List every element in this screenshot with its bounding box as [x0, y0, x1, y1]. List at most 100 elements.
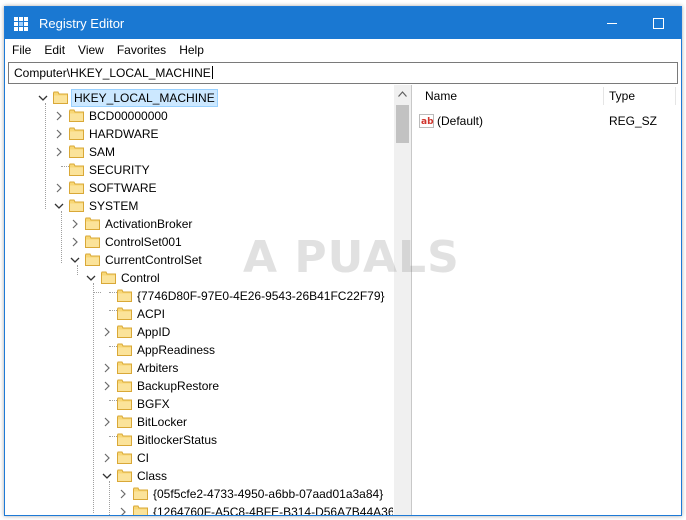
tree-node[interactable]: AppID	[5, 323, 393, 341]
column-separator[interactable]	[675, 87, 676, 105]
minimize-icon	[607, 22, 617, 24]
tree-node[interactable]: BitLocker	[5, 413, 393, 431]
tree-node[interactable]: ActivationBroker	[5, 215, 393, 233]
tree-node-label: BCD00000000	[89, 109, 168, 123]
collapse-chevron-icon[interactable]	[101, 326, 113, 338]
tree-node[interactable]: SAM	[5, 143, 393, 161]
tree-node[interactable]: BitlockerStatus	[5, 431, 393, 449]
scroll-thumb[interactable]	[396, 105, 409, 143]
folder-icon	[117, 361, 132, 374]
expand-chevron-icon[interactable]	[85, 272, 97, 284]
expand-chevron-icon[interactable]	[101, 470, 113, 482]
folder-icon	[69, 127, 84, 140]
folder-icon	[117, 343, 132, 356]
tree-node-label: SECURITY	[89, 163, 150, 177]
tree-node[interactable]: {05f5cfe2-4733-4950-a6bb-07aad01a3a84}	[5, 485, 393, 503]
address-bar[interactable]: Computer\HKEY_LOCAL_MACHINE	[8, 62, 678, 84]
values-pane[interactable]: Name Type ab (Default) REG_SZ	[413, 85, 681, 515]
registry-editor-window: Registry Editor File Edit View Favorites…	[4, 6, 682, 516]
appuals-watermark: A PUALS	[243, 232, 460, 283]
collapse-chevron-icon[interactable]	[69, 236, 81, 248]
address-field[interactable]: Computer\HKEY_LOCAL_MACHINE	[14, 66, 213, 80]
collapse-chevron-icon[interactable]	[101, 362, 113, 374]
expand-chevron-icon[interactable]	[53, 200, 65, 212]
folder-icon	[117, 307, 132, 320]
tree-node[interactable]: SYSTEM	[5, 197, 393, 215]
tree-node-label: SYSTEM	[89, 199, 139, 213]
tree-node-label: SAM	[89, 145, 116, 159]
column-header-type[interactable]: Type	[609, 85, 635, 107]
collapse-chevron-icon[interactable]	[101, 380, 113, 392]
tree-node[interactable]: {1264760F-A5C8-4BFE-B314-D56A7B44A362}	[5, 503, 393, 515]
folder-icon	[85, 235, 100, 248]
tree-node[interactable]: BackupRestore	[5, 377, 393, 395]
tree-scrollbar[interactable]	[394, 85, 411, 515]
folder-icon	[69, 181, 84, 194]
tree-node-label: BitlockerStatus	[137, 433, 218, 447]
chevron-up-icon	[398, 90, 407, 97]
menu-file[interactable]: File	[5, 39, 37, 61]
maximize-button[interactable]	[635, 7, 681, 39]
tree-node[interactable]: SOFTWARE	[5, 179, 393, 197]
tree-node-label: CI	[137, 451, 149, 465]
folder-icon	[53, 91, 68, 104]
tree-node[interactable]: SECURITY	[5, 161, 393, 179]
collapse-chevron-icon[interactable]	[101, 452, 113, 464]
title-bar[interactable]: Registry Editor	[5, 7, 681, 39]
svg-text:ab: ab	[421, 117, 434, 127]
value-name: (Default)	[437, 114, 484, 128]
collapse-chevron-icon[interactable]	[117, 506, 129, 515]
value-type: REG_SZ	[609, 114, 658, 128]
maximize-icon	[652, 17, 664, 29]
folder-icon	[69, 109, 84, 122]
tree-node-label: {05f5cfe2-4733-4950-a6bb-07aad01a3a84}	[153, 487, 384, 501]
tree-node-label: SOFTWARE	[89, 181, 157, 195]
folder-icon	[117, 433, 132, 446]
collapse-chevron-icon[interactable]	[53, 128, 65, 140]
menu-help[interactable]: Help	[172, 39, 210, 61]
tree-node[interactable]: Class	[5, 467, 393, 485]
tree-node-label: BitLocker	[137, 415, 188, 429]
key-tree-pane[interactable]: HKEY_LOCAL_MACHINE BCD00000000 HARDWARE SAM…	[5, 85, 412, 515]
collapse-chevron-icon[interactable]	[101, 416, 113, 428]
tree-node-label: ActivationBroker	[105, 217, 193, 231]
collapse-chevron-icon[interactable]	[53, 146, 65, 158]
collapse-chevron-icon[interactable]	[117, 488, 129, 500]
menu-edit[interactable]: Edit	[37, 39, 71, 61]
key-tree: HKEY_LOCAL_MACHINE BCD00000000 HARDWARE SAM…	[5, 85, 393, 515]
expand-chevron-icon[interactable]	[69, 254, 81, 266]
tree-node-label: ControlSet001	[105, 235, 182, 249]
menu-bar: File Edit View Favorites Help	[5, 39, 681, 61]
window-title: Registry Editor	[39, 16, 125, 31]
tree-node-label: ACPI	[137, 307, 166, 321]
minimize-button[interactable]	[589, 7, 635, 39]
tree-node-label: AppID	[137, 325, 171, 339]
tree-node-label: {1264760F-A5C8-4BFE-B314-D56A7B44A362}	[153, 505, 393, 515]
folder-icon	[133, 487, 148, 500]
tree-node[interactable]: HARDWARE	[5, 125, 393, 143]
tree-node[interactable]: BGFX	[5, 395, 393, 413]
tree-node[interactable]: CI	[5, 449, 393, 467]
tree-node-label: HARDWARE	[89, 127, 159, 141]
menu-view[interactable]: View	[71, 39, 110, 61]
folder-icon	[85, 217, 100, 230]
folder-icon	[117, 469, 132, 482]
tree-node[interactable]: Arbiters	[5, 359, 393, 377]
tree-node-label: Class	[137, 469, 168, 483]
tree-node[interactable]: AppReadiness	[5, 341, 393, 359]
collapse-chevron-icon[interactable]	[53, 182, 65, 194]
tree-node[interactable]: BCD00000000	[5, 107, 393, 125]
collapse-chevron-icon[interactable]	[53, 110, 65, 122]
menu-favorites[interactable]: Favorites	[110, 39, 172, 61]
collapse-chevron-icon[interactable]	[69, 218, 81, 230]
scroll-up-button[interactable]	[394, 85, 411, 102]
column-separator[interactable]	[603, 87, 604, 105]
tree-node[interactable]: ACPI	[5, 305, 393, 323]
expand-chevron-icon[interactable]	[37, 92, 49, 104]
tree-node[interactable]: {7746D80F-97E0-4E26-9543-26B41FC22F79}	[5, 287, 393, 305]
value-row[interactable]: ab (Default) REG_SZ	[413, 113, 681, 131]
column-header-name[interactable]: Name	[425, 85, 457, 107]
folder-icon	[117, 379, 132, 392]
tree-node-root[interactable]: HKEY_LOCAL_MACHINE	[5, 89, 393, 107]
folder-icon	[69, 145, 84, 158]
